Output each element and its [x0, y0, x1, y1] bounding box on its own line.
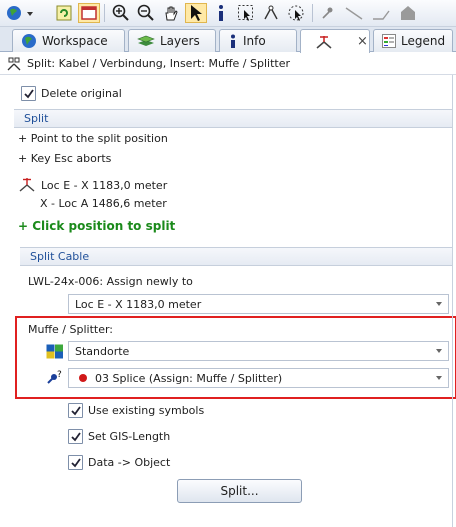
split-tool-icon [316, 35, 332, 49]
hint-point: + Point to the split position [18, 132, 168, 145]
data-object-checkbox[interactable] [68, 455, 83, 470]
splice-dropdown[interactable]: 03 Splice (Assign: Muffe / Splitter) [68, 368, 449, 388]
data-object-option[interactable]: Data -> Object [68, 455, 170, 470]
tab-split-tool[interactable]: × [300, 29, 370, 53]
layers-icon [137, 35, 155, 46]
hand-icon [165, 6, 178, 21]
polygon-icon [401, 6, 415, 20]
checkmark-icon [23, 88, 34, 98]
draw-line-button[interactable] [343, 3, 365, 23]
line-icon [345, 7, 363, 20]
tab-label: Info [243, 34, 266, 48]
checkmark-icon [70, 405, 81, 415]
locations-icon [46, 344, 64, 362]
zoom-in-button[interactable] [110, 3, 132, 23]
loc-a-text: X - Loc A 1486,6 meter [40, 197, 167, 210]
delete-original-label: Delete original [41, 87, 122, 100]
muffe-label: Muffe / Splitter: [28, 323, 114, 336]
set-gis-label: Set GIS-Length [88, 430, 171, 443]
legend-icon [382, 34, 396, 48]
tab-info[interactable]: Info [219, 29, 297, 52]
toolbar-separator [104, 4, 105, 22]
globe-dropdown-button[interactable] [4, 3, 26, 23]
checkmark-icon [70, 457, 81, 467]
refresh-button[interactable] [53, 3, 75, 23]
select-circle-button[interactable] [285, 3, 307, 23]
chevron-down-icon [436, 302, 442, 306]
split-section-title: Split [24, 112, 49, 125]
chevron-down-icon[interactable] [27, 12, 33, 16]
split-cable-title: Split Cable [30, 250, 90, 263]
tab-label: Legend [401, 34, 446, 48]
checkmark-icon [70, 431, 81, 441]
panel-title: Split: Kabel / Verbindung, Insert: Muffe… [27, 57, 290, 70]
select-pointer-button[interactable] [185, 3, 207, 23]
pan-button[interactable] [160, 3, 182, 23]
info-icon [231, 34, 235, 48]
assign-location-dropdown[interactable]: Loc E - X 1183,0 meter [68, 294, 449, 314]
splice-value: 03 Splice (Assign: Muffe / Splitter) [95, 371, 283, 385]
close-icon[interactable]: × [357, 34, 368, 49]
hint-esc: + Key Esc aborts [18, 152, 112, 165]
draw-polygon-button[interactable] [397, 3, 419, 23]
point-icon [322, 7, 333, 19]
pointer-icon [191, 5, 202, 21]
use-existing-checkbox[interactable] [68, 403, 83, 418]
draw-point-button[interactable] [318, 3, 340, 23]
globe-icon [7, 6, 21, 20]
globe-icon [22, 34, 36, 48]
use-existing-option[interactable]: Use existing symbols [68, 403, 204, 418]
select-rect-icon [238, 5, 253, 21]
set-gis-option[interactable]: Set GIS-Length [68, 429, 170, 444]
tab-layers[interactable]: Layers [128, 29, 216, 52]
window-icon [81, 6, 97, 20]
draw-polyline-button[interactable] [370, 3, 392, 23]
refresh-icon [56, 5, 72, 21]
split-insert-icon [7, 57, 21, 70]
select-circle-icon [288, 5, 304, 21]
split-button[interactable]: Split... [177, 479, 302, 503]
chevron-down-icon [436, 349, 442, 353]
split-button-label: Split... [220, 484, 259, 498]
data-object-label: Data -> Object [88, 456, 171, 469]
zoom-in-icon [112, 4, 129, 21]
assign-label: LWL-24x-006: Assign newly to [28, 275, 193, 288]
delete-original-checkbox[interactable] [21, 86, 36, 101]
delete-original-option[interactable]: Delete original [21, 86, 122, 101]
svg-text:?: ? [57, 370, 62, 380]
tab-legend[interactable]: Legend [373, 29, 453, 52]
polyline-icon [373, 10, 390, 20]
chevron-down-icon [436, 376, 442, 380]
assign-location-value: Loc E - X 1183,0 meter [75, 297, 202, 311]
toolbar [0, 0, 456, 27]
set-gis-checkbox[interactable] [68, 429, 83, 444]
location-type-dropdown[interactable]: Standorte [68, 341, 449, 361]
location-type-value: Standorte [75, 344, 130, 358]
splice-query-icon: ? [45, 370, 65, 389]
measure-icon [264, 5, 278, 20]
measure-button[interactable] [260, 3, 282, 23]
info-icon [219, 5, 223, 21]
splice-marker-icon [79, 374, 87, 382]
loc-e-text: Loc E - X 1183,0 meter [41, 178, 168, 192]
select-rect-button[interactable] [235, 3, 257, 23]
info-tool-button[interactable] [210, 3, 232, 23]
split-section-header: Split [14, 109, 452, 128]
zoom-out-button[interactable] [135, 3, 157, 23]
tab-workspace[interactable]: Workspace [12, 29, 125, 52]
toolbar-separator [312, 4, 313, 22]
tab-label: Workspace [42, 34, 108, 48]
panel-right-border [452, 75, 453, 527]
window-button[interactable] [78, 3, 100, 23]
use-existing-label: Use existing symbols [88, 404, 205, 417]
split-cable-section-header: Split Cable [20, 247, 452, 266]
tab-label: Layers [160, 34, 200, 48]
loc-e-row: Loc E - X 1183,0 meter [18, 177, 167, 193]
panel-header: Split: Kabel / Verbindung, Insert: Muffe… [0, 53, 456, 75]
zoom-out-icon [137, 4, 154, 21]
click-hint: + Click position to split [18, 219, 176, 233]
split-point-icon [19, 178, 35, 192]
